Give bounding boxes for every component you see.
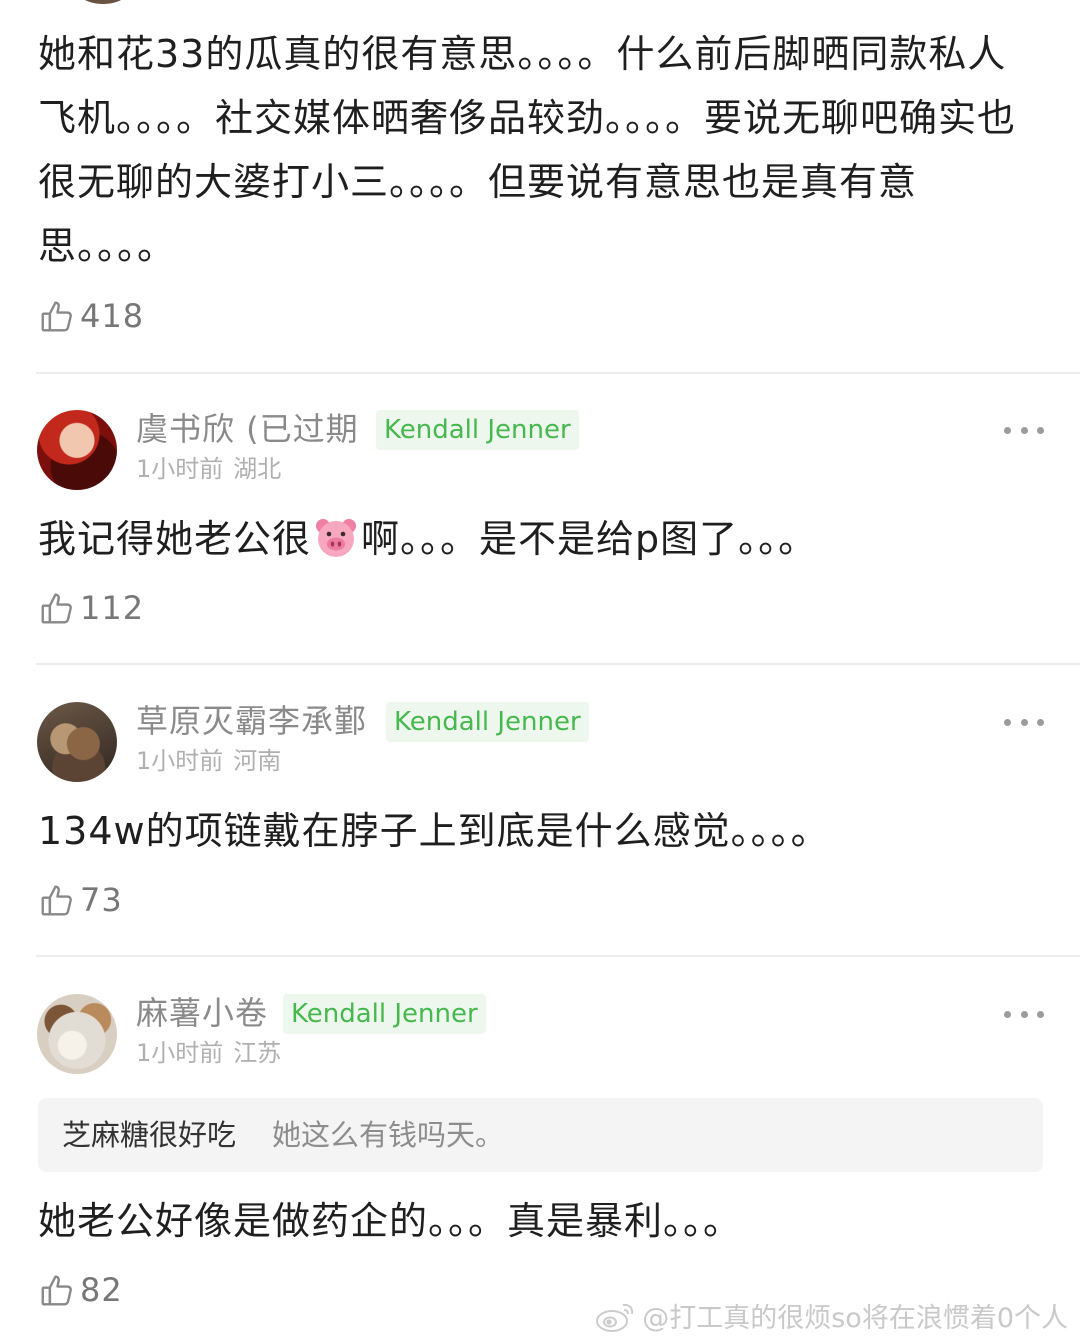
like-button[interactable]: 82 xyxy=(38,1270,123,1310)
comment-location: 江苏 xyxy=(233,1039,282,1067)
like-button[interactable]: 418 xyxy=(38,296,144,336)
username[interactable]: 草原灭霸李承鄞 xyxy=(136,702,367,740)
divider xyxy=(36,372,1080,374)
comment-time: 1小时前 xyxy=(136,455,224,483)
like-button[interactable]: 112 xyxy=(38,588,144,628)
like-count: 418 xyxy=(80,297,145,335)
divider xyxy=(36,955,1080,957)
comment-location: 河南 xyxy=(233,747,282,775)
comment-text: 她和花33的瓜真的很有意思。。。。什么前后脚晒同款私人飞机。。。。社交媒体晒奢侈… xyxy=(38,32,1017,268)
avatar[interactable] xyxy=(37,994,117,1074)
badge-label[interactable]: Kendall Jenner xyxy=(283,994,486,1034)
pig-face-icon xyxy=(316,519,357,557)
avatar[interactable] xyxy=(64,0,142,4)
avatar[interactable] xyxy=(37,410,117,490)
comment-time: 1小时前 xyxy=(136,747,224,775)
comment-text: 她老公好像是做药企的。。。真是暴利。。。 xyxy=(38,1199,743,1243)
watermark: @打工真的很烦so将在浪惯着0个人 xyxy=(594,1296,1068,1335)
comment-text: 我记得她老公很 啊。。。是不是给p图了。。。 xyxy=(38,514,817,564)
comment-text-part: 我记得她老公很 xyxy=(38,517,312,561)
comment-text-part: 啊。。。是不是给p图了。。。 xyxy=(361,517,818,561)
like-button[interactable]: 73 xyxy=(38,880,123,920)
like-count: 73 xyxy=(80,881,123,919)
username[interactable]: 麻薯小卷 xyxy=(136,994,268,1032)
comment-location: 湖北 xyxy=(233,455,282,483)
badge-label[interactable]: Kendall Jenner xyxy=(376,410,579,450)
reply-preview[interactable]: 芝麻糖很好吃 她这么有钱吗天。 xyxy=(38,1098,1043,1172)
more-dots-icon[interactable] xyxy=(1004,418,1044,442)
more-dots-icon[interactable] xyxy=(1004,1002,1044,1026)
avatar[interactable] xyxy=(37,702,117,782)
reply-text: 她这么有钱吗天。 xyxy=(272,1118,505,1152)
comment-meta: 1小时前 江苏 xyxy=(136,1038,281,1068)
badge-label[interactable]: Kendall Jenner xyxy=(386,702,589,742)
more-dots-icon[interactable] xyxy=(1004,710,1044,734)
like-count: 82 xyxy=(80,1271,123,1309)
thumbs-up-icon xyxy=(41,301,72,332)
comment-text: 134w的项链戴在脖子上到底是什么感觉。。。。 xyxy=(38,809,830,853)
weibo-logo-icon xyxy=(596,1303,634,1332)
thumbs-up-icon xyxy=(41,885,72,916)
divider xyxy=(36,663,1080,665)
thumbs-up-icon xyxy=(41,593,72,624)
comment-meta: 1小时前 湖北 xyxy=(136,454,281,484)
comment-time: 1小时前 xyxy=(136,1039,224,1067)
username[interactable]: 虞书欣 (已过期 xyxy=(136,410,359,448)
like-count: 112 xyxy=(80,589,145,627)
watermark-text: @打工真的很烦so将在浪惯着0个人 xyxy=(642,1303,1068,1334)
reply-author[interactable]: 芝麻糖很好吃 xyxy=(62,1116,236,1154)
comment-meta: 1小时前 河南 xyxy=(136,746,281,776)
thumbs-up-icon xyxy=(41,1275,72,1306)
